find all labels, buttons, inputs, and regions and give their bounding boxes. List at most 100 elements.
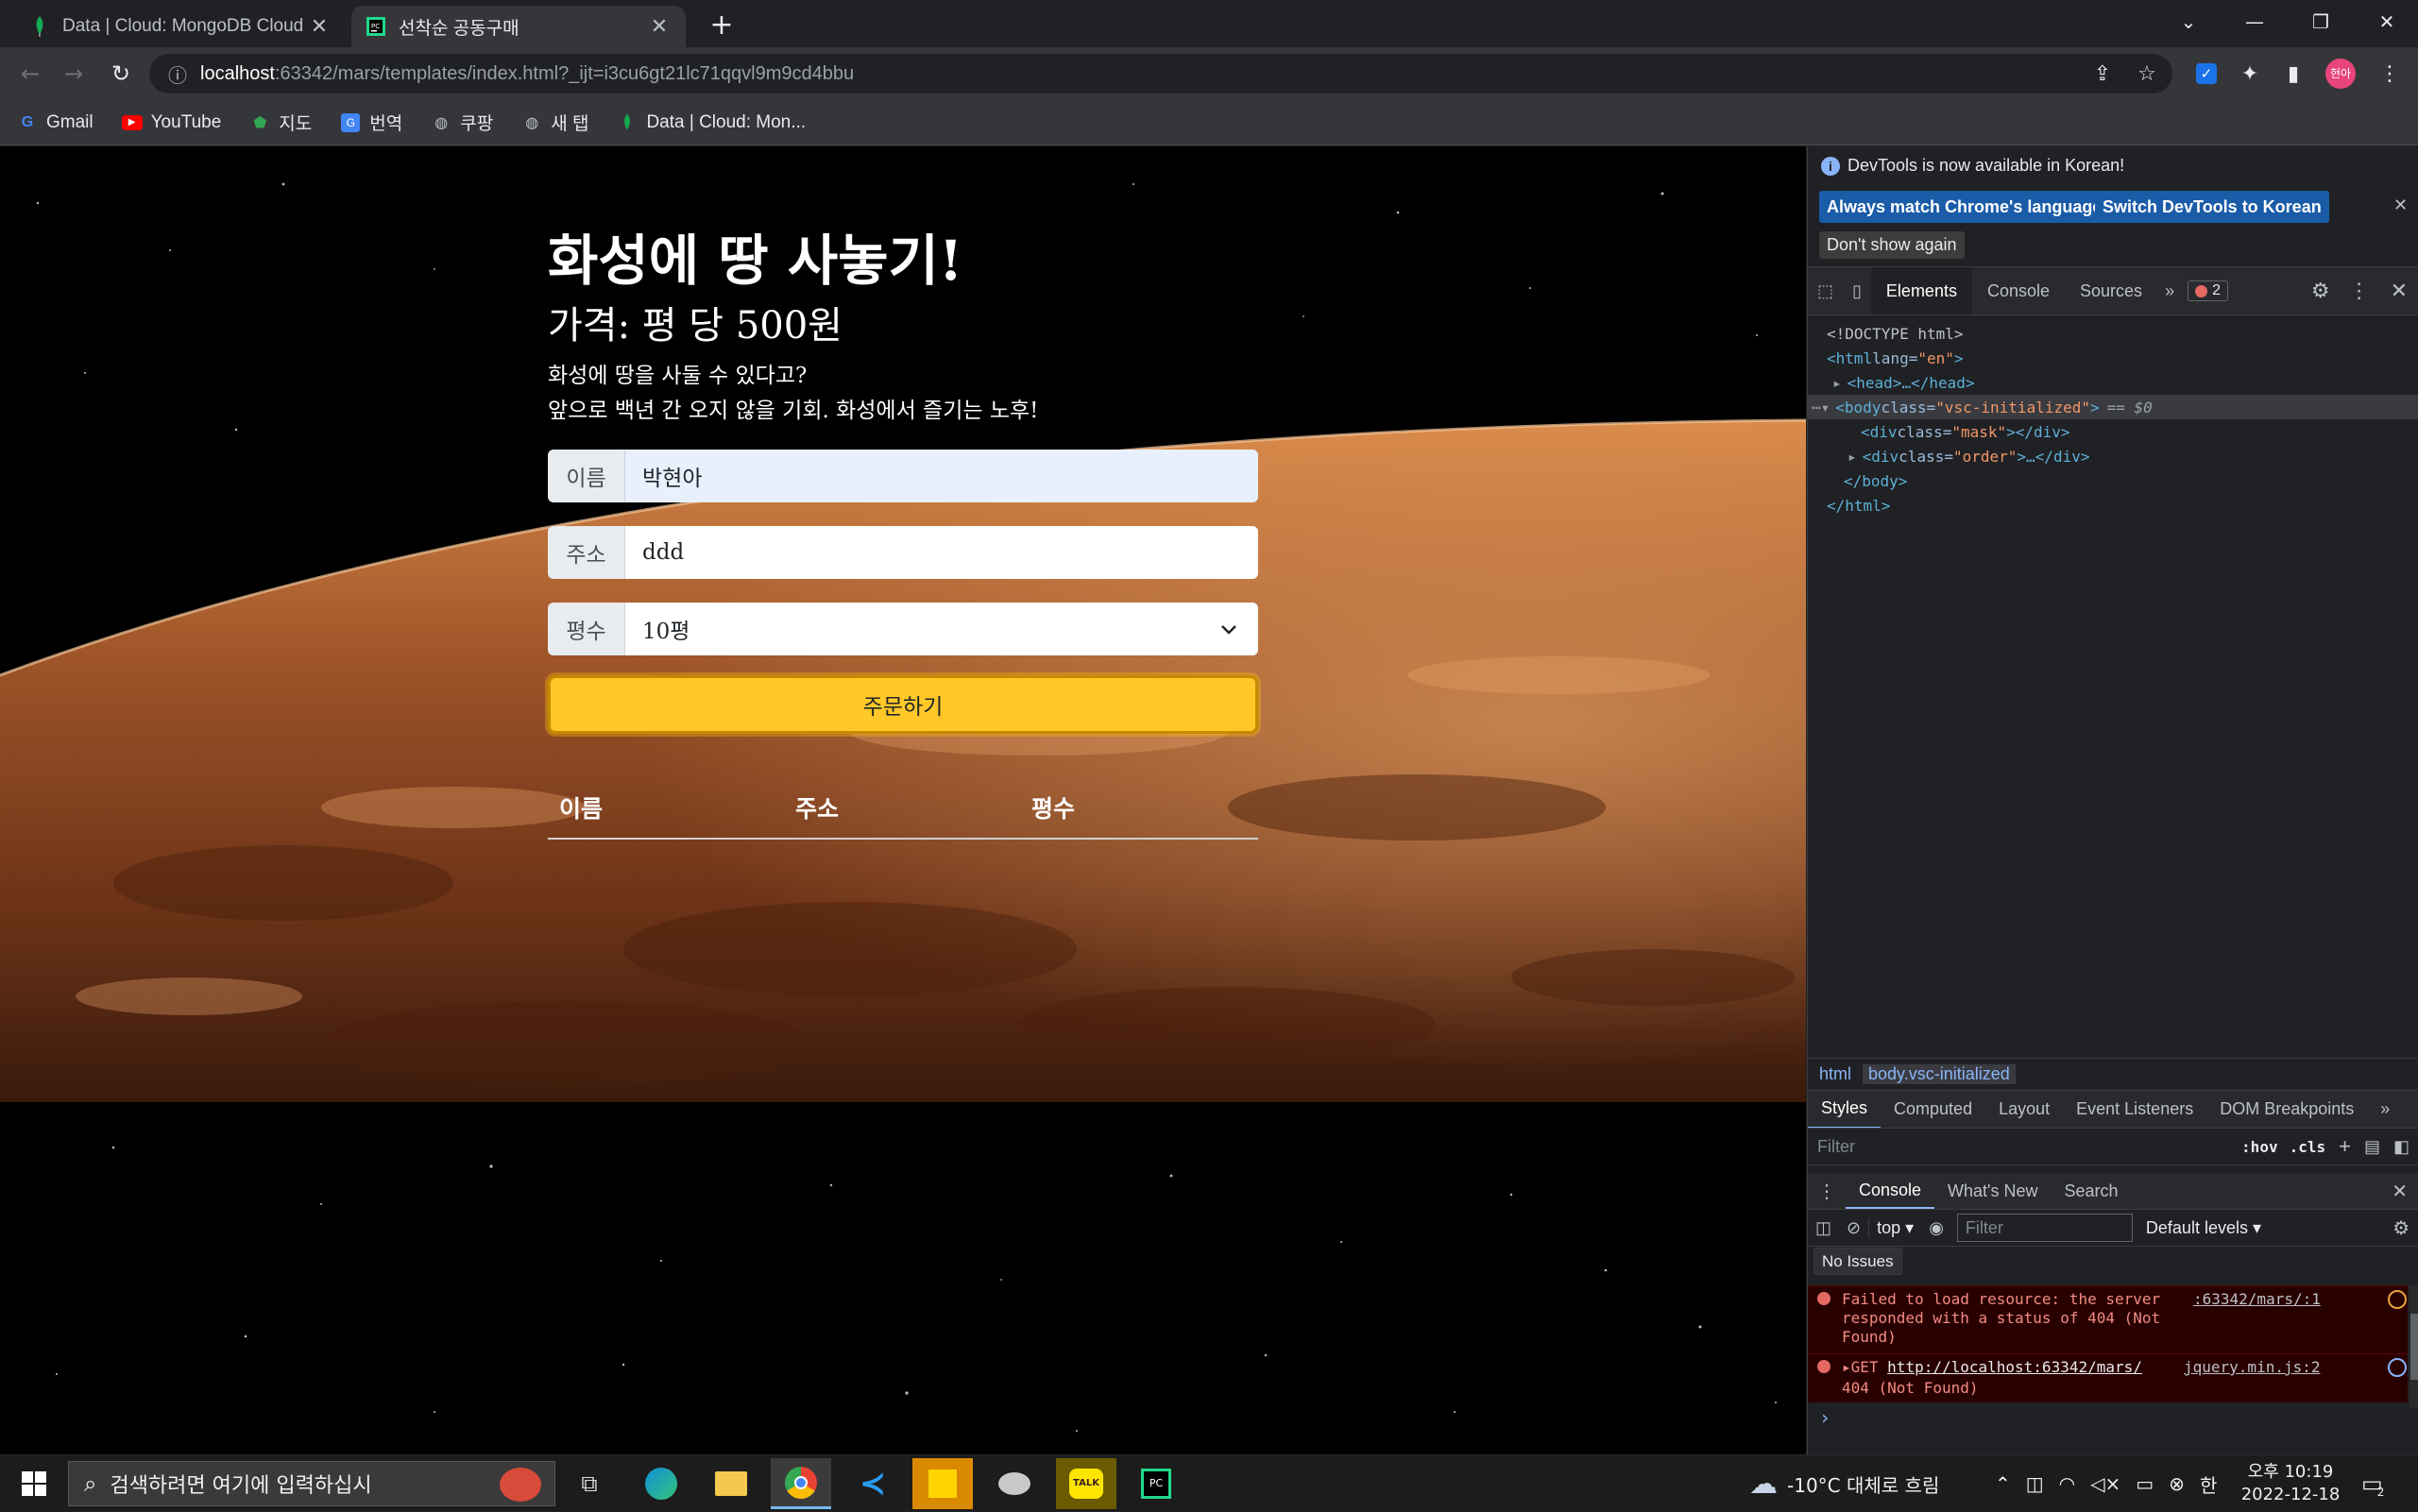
forward-icon[interactable]: →	[55, 55, 93, 93]
search-issue-icon[interactable]	[2388, 1358, 2407, 1377]
menu-kebab-icon[interactable]: ⋮	[2373, 57, 2407, 91]
restore-icon[interactable]: ❐	[2290, 0, 2351, 43]
tab-computed[interactable]: Computed	[1881, 1091, 1985, 1129]
dom-head[interactable]: ▸ <head>…</head>	[1808, 370, 2418, 395]
close-drawer-icon[interactable]: ✕	[2380, 1180, 2418, 1203]
dom-html-close[interactable]: </html>	[1808, 493, 2418, 518]
address-input[interactable]: ddd	[625, 526, 1258, 579]
status-icon[interactable]: ⊗	[2169, 1472, 2185, 1495]
bookmark-new-tab[interactable]: ◍ 새 탭	[521, 110, 588, 135]
tab-console[interactable]: Console	[1972, 267, 2065, 314]
vscode-icon[interactable]: ≺	[843, 1458, 903, 1509]
console-scrollbar[interactable]	[2409, 1285, 2418, 1408]
console-filter-input[interactable]: Filter	[1956, 1214, 2133, 1242]
dom-html[interactable]: <html lang= "en" >	[1808, 346, 2418, 370]
dom-div-order[interactable]: ▸ <div class= "order" >…</div>	[1808, 444, 2418, 468]
bookmark-mongodb[interactable]: Data | Cloud: Mon...	[617, 112, 806, 133]
drawer-menu-icon[interactable]: ⋮	[1808, 1180, 1846, 1203]
close-window-icon[interactable]: ✕	[2357, 0, 2417, 43]
reload-icon[interactable]: ↻	[102, 55, 140, 93]
tab-search-icon[interactable]: ⌄	[2158, 0, 2219, 43]
dom-body-selected[interactable]: ⋯▾ <body class= "vsc-initialized" > == $0	[1808, 395, 2418, 419]
bookmark-star-icon[interactable]: ☆	[2130, 57, 2164, 91]
tab-elements[interactable]: Elements	[1870, 267, 1972, 314]
kakaotalk-icon[interactable]: TALK	[1056, 1458, 1116, 1509]
tab-close-icon[interactable]: ✕	[308, 14, 331, 39]
device-toolbar-icon[interactable]: ▯	[1843, 267, 1871, 314]
pycharm-taskbar-icon[interactable]: PC	[1126, 1458, 1186, 1509]
more-tabs-icon[interactable]: »	[2157, 267, 2182, 314]
cls-toggle[interactable]: .cls	[2290, 1138, 2326, 1156]
bookmark-coupang[interactable]: ◍ 쿠팡	[431, 110, 493, 135]
tab-sources[interactable]: Sources	[2065, 267, 2157, 314]
notification-center-icon[interactable]: ▭ 2	[2361, 1455, 2384, 1512]
volume-muted-icon[interactable]: ◁×	[2090, 1472, 2120, 1495]
size-select[interactable]: 10평	[625, 603, 1258, 655]
drawer-tab-search[interactable]: Search	[2052, 1173, 2132, 1209]
tab-mars[interactable]: PC 선착순 공동구매 ✕	[351, 6, 686, 47]
dont-show-again-button[interactable]: Don't show again	[1819, 231, 1965, 259]
inspect-element-icon[interactable]: ⬚	[1808, 267, 1843, 314]
side-panel-icon[interactable]: ▮	[2276, 57, 2310, 91]
settings-gear-icon[interactable]: ⚙	[2302, 267, 2340, 314]
hov-toggle[interactable]: :hov	[2241, 1138, 2278, 1156]
chevron-up-icon[interactable]: ⌃	[1995, 1472, 2011, 1495]
bookmark-translate[interactable]: G 번역	[340, 110, 402, 135]
bookmark-maps[interactable]: ⬟ 지도	[249, 110, 312, 135]
context-select[interactable]: top ▾	[1868, 1217, 1921, 1238]
always-match-language-button[interactable]: Always match Chrome's language	[1819, 191, 2110, 223]
styles-filter-input[interactable]: Filter	[1808, 1137, 2241, 1157]
error-source-link[interactable]: jquery.min.js:2	[2184, 1358, 2321, 1376]
tab-close-icon[interactable]: ✕	[648, 14, 671, 39]
log-levels-select[interactable]: Default levels ▾	[2138, 1218, 2269, 1238]
error-count-badge[interactable]: 2	[2188, 280, 2228, 301]
dom-doctype[interactable]: <!DOCTYPE html>	[1808, 321, 2418, 346]
tab-styles[interactable]: Styles	[1808, 1091, 1882, 1129]
breadcrumb-body[interactable]: body.vsc-initialized	[1863, 1064, 2016, 1084]
drawer-tab-console[interactable]: Console	[1846, 1173, 1935, 1209]
ime-indicator[interactable]: 한	[2200, 1470, 2217, 1498]
request-url[interactable]: http://localhost:63342/mars/	[1887, 1358, 2142, 1376]
no-issues-badge[interactable]: No Issues	[1814, 1248, 1902, 1275]
breadcrumb-html[interactable]: html	[1808, 1064, 1863, 1084]
console-settings-icon[interactable]: ⚙	[2383, 1216, 2418, 1240]
back-icon[interactable]: ←	[11, 55, 49, 93]
order-button[interactable]: 주문하기	[548, 675, 1258, 734]
tab-mongodb[interactable]: Data | Cloud: MongoDB Cloud ✕	[15, 6, 346, 47]
sticky-notes-icon[interactable]	[912, 1458, 973, 1509]
tab-event-listeners[interactable]: Event Listeners	[2063, 1091, 2206, 1129]
tab-dom-breakpoints[interactable]: DOM Breakpoints	[2206, 1091, 2367, 1129]
chrome-icon[interactable]	[771, 1458, 831, 1509]
paint-icon[interactable]: ▤	[2364, 1137, 2380, 1157]
close-devtools-icon[interactable]: ✕	[2379, 267, 2418, 314]
new-tab-button[interactable]: +	[703, 6, 741, 43]
site-info-icon[interactable]: ⓘ	[168, 60, 187, 88]
console-sidebar-icon[interactable]: ◫	[1808, 1218, 1839, 1238]
edge-icon[interactable]	[631, 1458, 691, 1509]
wifi-icon[interactable]: ◠	[2059, 1472, 2075, 1495]
bookmark-youtube[interactable]: ▶ YouTube	[121, 112, 221, 133]
add-rule-icon[interactable]: +	[2339, 1134, 2351, 1159]
extension-check-icon[interactable]: ✓	[2189, 57, 2223, 91]
dom-div-mask[interactable]: <div class= "mask" ></div>	[1808, 419, 2418, 444]
clear-console-icon[interactable]: ⊘	[1839, 1218, 1868, 1238]
battery-icon[interactable]: ▭	[2136, 1472, 2154, 1495]
file-explorer-icon[interactable]	[701, 1458, 761, 1509]
drawer-tab-whats-new[interactable]: What's New	[1934, 1173, 2051, 1209]
minimize-icon[interactable]: —	[2224, 0, 2285, 43]
start-windows-icon[interactable]	[4, 1458, 64, 1509]
search-issue-icon[interactable]	[2388, 1290, 2407, 1309]
task-view-icon[interactable]: ⧉	[559, 1458, 620, 1509]
more-subtabs-icon[interactable]: »	[2367, 1091, 2403, 1129]
taskbar-search[interactable]: ⌕ 검색하려면 여기에 입력하십시	[68, 1461, 555, 1506]
address-bar[interactable]: ⓘ localhost:63342/mars/templates/index.h…	[149, 54, 2172, 93]
live-expression-eye-icon[interactable]: ◉	[1921, 1218, 1951, 1238]
close-banner-icon[interactable]: ✕	[2393, 195, 2408, 215]
app-icon[interactable]	[984, 1458, 1045, 1509]
devtools-menu-icon[interactable]: ⋮	[2340, 267, 2379, 314]
toggle-sidebar-icon[interactable]: ◧	[2393, 1137, 2409, 1157]
share-icon[interactable]: ⇪	[2086, 57, 2120, 91]
switch-to-korean-button[interactable]: Switch DevTools to Korean	[2095, 191, 2329, 223]
tab-layout[interactable]: Layout	[1985, 1091, 2063, 1129]
dom-body-close[interactable]: </body>	[1808, 468, 2418, 493]
